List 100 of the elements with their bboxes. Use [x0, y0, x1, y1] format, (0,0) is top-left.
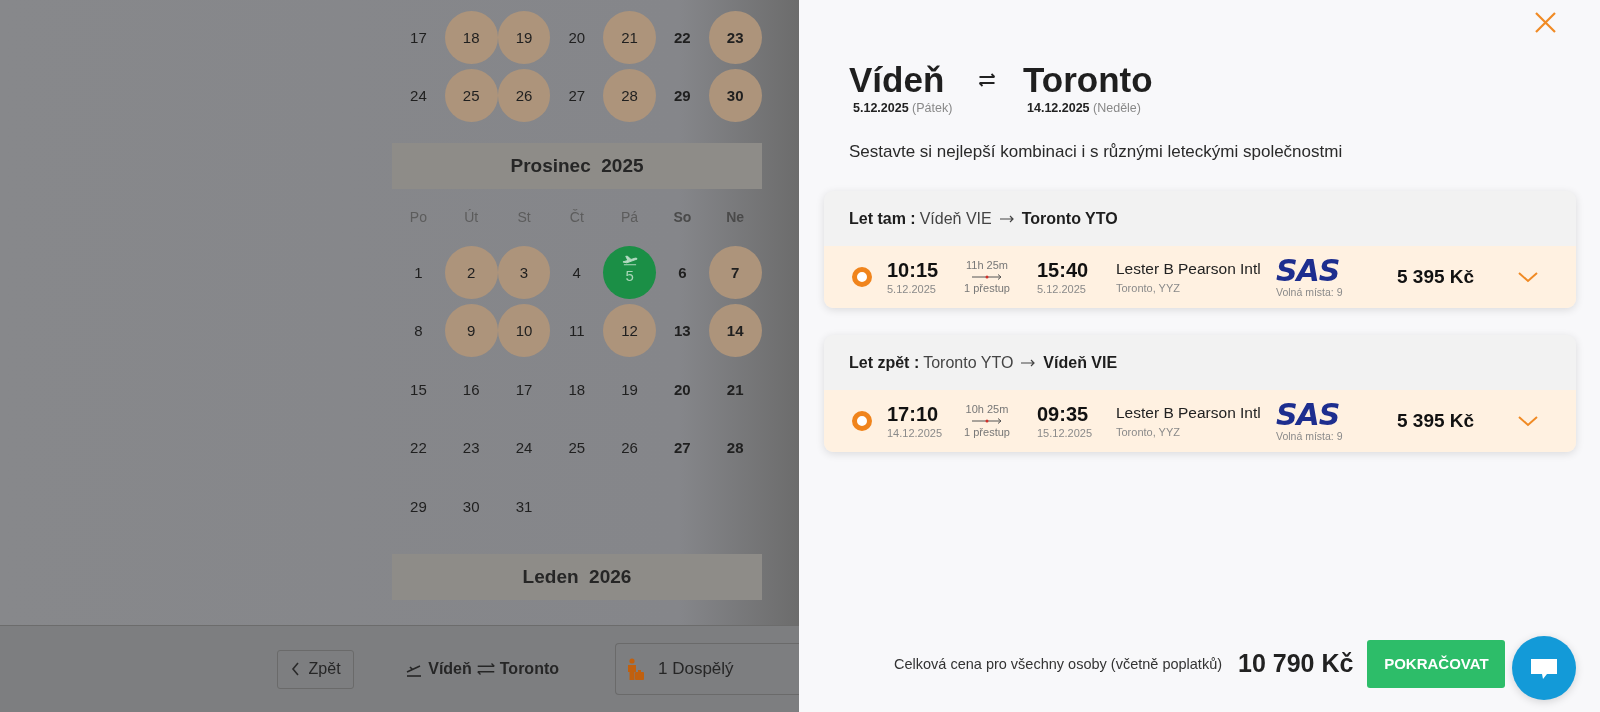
plane-icon	[621, 254, 638, 266]
route-arrow-icon	[971, 273, 1003, 281]
calendar-day[interactable]: 23	[444, 421, 498, 475]
continue-button[interactable]: POKRAČOVAT	[1367, 639, 1506, 688]
available-day[interactable]: 2	[444, 245, 498, 299]
airport-name: Lester B Pearson Intl	[1116, 404, 1262, 422]
calendar-day[interactable]: 27	[550, 69, 604, 123]
available-day[interactable]: 25	[444, 69, 498, 123]
calendar-day[interactable]: 29	[392, 479, 445, 533]
arrival-date: 15.12.2025	[1037, 427, 1094, 439]
flight-duration: 11h 25m	[966, 259, 1008, 272]
calendar-day[interactable]: 19	[603, 362, 656, 416]
departure-date: 14.12.2025	[887, 427, 944, 439]
airline-logo: SAS	[1276, 256, 1340, 285]
calendar-day[interactable]: 27	[656, 421, 709, 475]
calendar-day[interactable]: 20	[656, 362, 709, 416]
city-name: Vídeň	[849, 60, 946, 100]
calendar-day[interactable]: 22	[392, 421, 445, 475]
airline-logo: SAS	[1276, 400, 1340, 429]
available-day[interactable]: 19	[497, 10, 551, 64]
airport-name: Lester B Pearson Intl	[1116, 260, 1262, 278]
calendar-day[interactable]: 6	[656, 245, 709, 299]
calendar-day[interactable]: 17	[392, 10, 445, 64]
departure-time: 10:15	[887, 259, 940, 281]
available-day[interactable]: 28	[603, 69, 656, 123]
weekday-label: So	[672, 209, 693, 225]
calendar-day[interactable]: 18	[550, 362, 604, 416]
seats-left: Volná místa: 9	[1276, 429, 1343, 442]
calendar-day[interactable]: 8	[392, 304, 445, 358]
radio-button[interactable]	[852, 411, 872, 431]
swap-arrows-icon	[977, 72, 997, 88]
calendar-day[interactable]: 25	[550, 421, 604, 475]
arrival-date: 5.12.2025	[1037, 283, 1087, 295]
calendar-day[interactable]: 1	[392, 245, 445, 299]
radio-button[interactable]	[852, 267, 872, 287]
available-day[interactable]: 21	[603, 10, 656, 64]
route-destination: Vídeň VIE	[1043, 353, 1118, 372]
flight-price: 5 395 Kč	[1397, 266, 1475, 288]
calendar-day[interactable]: 30	[444, 479, 498, 533]
close-button[interactable]	[1535, 12, 1556, 33]
chevron-down-icon	[1518, 415, 1538, 427]
expand-button[interactable]	[1518, 271, 1538, 283]
arrival-time: 09:35	[1037, 403, 1090, 425]
available-day[interactable]: 10	[497, 304, 551, 358]
departure-date: 5.12.2025	[887, 283, 937, 295]
total-label: Celková cena pro všechny osoby (včetně poplatků)	[894, 655, 1223, 672]
calendar-day[interactable]: 24	[497, 421, 551, 475]
arrow-right-icon	[1021, 358, 1036, 367]
calendar-day[interactable]: 16	[444, 362, 498, 416]
subtitle-text: Sestavte si nejlepší kombinaci i s různými leteckými společnostmi	[848, 141, 1344, 163]
expand-button[interactable]	[1518, 415, 1538, 427]
route-destination: Toronto YTO	[1021, 209, 1118, 228]
passengers-field[interactable]: 1 Dospělý	[615, 643, 799, 695]
stops-count: 1 přestup	[964, 426, 1010, 439]
route-destination: Toronto	[499, 660, 559, 678]
stops-count: 1 přestup	[964, 282, 1010, 295]
flight-price: 5 395 Kč	[1397, 410, 1475, 432]
calendar-day[interactable]: 21	[708, 362, 762, 416]
chevron-down-icon	[1518, 271, 1538, 283]
available-day[interactable]: 3	[497, 245, 551, 299]
route-label: Let zpět :	[849, 353, 920, 372]
calendar-day[interactable]: 11	[550, 304, 604, 358]
calendar-day[interactable]: 13	[656, 304, 709, 358]
available-day[interactable]: 12	[603, 304, 656, 358]
calendar-day[interactable]: 20	[550, 10, 604, 64]
calendar-day[interactable]: 24	[392, 69, 445, 123]
calendar-day[interactable]: 15	[392, 362, 445, 416]
calendar-day[interactable]: 31	[497, 479, 551, 533]
available-day[interactable]: 14	[708, 304, 762, 358]
available-day[interactable]: 26	[497, 69, 551, 123]
selected-day[interactable]: 5	[603, 245, 656, 299]
flight-duration: 10h 25m	[965, 403, 1009, 416]
total-price: 10 790 Kč	[1238, 649, 1354, 678]
calendar-day[interactable]: 28	[708, 421, 762, 475]
route-origin: Vídeň VIE	[919, 209, 992, 228]
calendar-day[interactable]: 22	[656, 10, 709, 64]
chevron-left-icon	[290, 662, 300, 676]
city-name: Toronto	[1023, 60, 1153, 100]
available-day[interactable]: 18	[444, 10, 498, 64]
trip-date: 5.12.2025 (Pátek)	[852, 101, 954, 115]
arrival-time: 15:40	[1037, 259, 1090, 281]
traveller-luggage-icon	[626, 658, 644, 680]
available-day[interactable]: 9	[444, 304, 498, 358]
route-origin: Toronto YTO	[923, 353, 1014, 372]
chat-button[interactable]	[1512, 636, 1576, 700]
airport-city: Toronto, YYZ	[1116, 282, 1181, 294]
available-day[interactable]: 7	[708, 245, 762, 299]
route-label: Let tam :	[849, 209, 916, 228]
calendar-day[interactable]: 17	[497, 362, 551, 416]
available-day[interactable]: 23	[708, 10, 762, 64]
calendar-day[interactable]: 4	[550, 245, 604, 299]
trip-date: 14.12.2025 (Neděle)	[1026, 101, 1142, 115]
route-arrow-icon	[971, 417, 1003, 425]
back-button[interactable]: Zpět	[277, 649, 355, 689]
available-day[interactable]: 30	[708, 69, 762, 123]
airport-city: Toronto, YYZ	[1116, 426, 1181, 438]
calendar-day[interactable]: 26	[603, 421, 656, 475]
calendar-day[interactable]: 29	[656, 69, 709, 123]
chat-bubble-icon	[1530, 656, 1558, 680]
departure-time: 17:10	[887, 403, 940, 425]
